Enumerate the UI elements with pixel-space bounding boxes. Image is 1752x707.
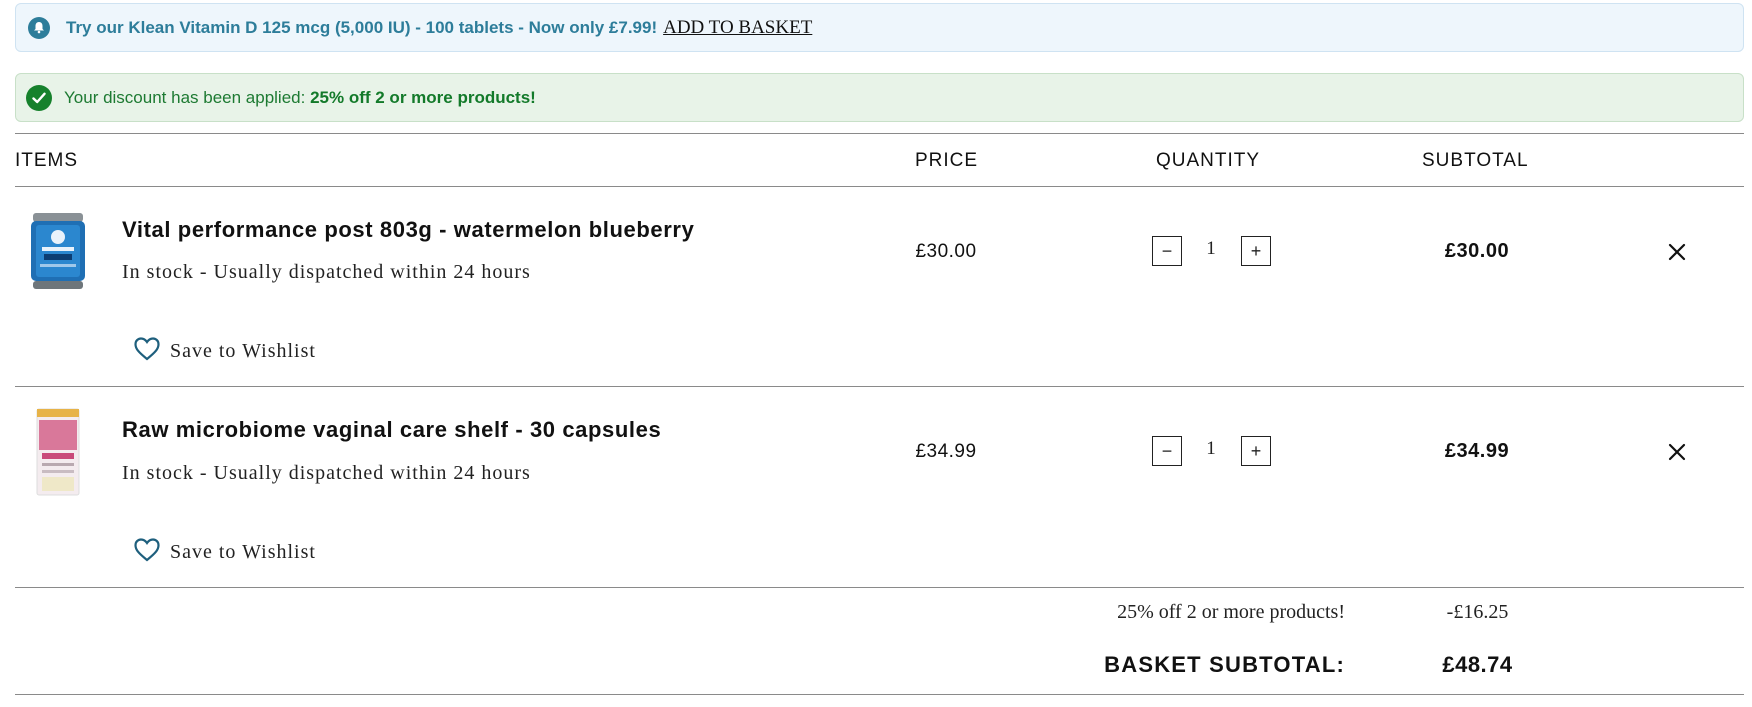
- save-to-wishlist-button[interactable]: Save to Wishlist: [134, 538, 316, 567]
- discount-highlight: 25% off 2 or more products!: [310, 87, 536, 107]
- discount-summary-label: 25% off 2 or more products!: [1117, 601, 1345, 623]
- product-image[interactable]: [30, 211, 86, 291]
- item-price: £30.00: [915, 241, 977, 262]
- quantity-value[interactable]: 1: [1196, 438, 1226, 460]
- increment-button[interactable]: +: [1241, 236, 1271, 266]
- divider: [15, 587, 1744, 588]
- save-to-wishlist-button[interactable]: Save to Wishlist: [134, 337, 316, 366]
- discount-prefix: Your discount has been applied:: [64, 87, 306, 107]
- header-quantity: QUANTITY: [1156, 150, 1261, 171]
- divider: [15, 694, 1744, 695]
- decrement-button[interactable]: −: [1152, 236, 1182, 266]
- promo-text: Try our Klean Vitamin D 125 mcg (5,000 I…: [66, 17, 658, 37]
- product-image[interactable]: [36, 408, 80, 496]
- divider: [15, 386, 1744, 387]
- stock-status: In stock - Usually dispatched within 24 …: [122, 462, 531, 484]
- divider: [15, 186, 1744, 187]
- discount-summary-amount: -£16.25: [1446, 601, 1509, 623]
- header-items: ITEMS: [15, 150, 79, 171]
- wishlist-label: Save to Wishlist: [170, 541, 316, 563]
- item-subtotal: £30.00: [1444, 240, 1510, 262]
- add-to-basket-link[interactable]: ADD TO BASKET: [663, 17, 812, 39]
- discount-text: Your discount has been applied: 25% off …: [64, 88, 536, 108]
- item-subtotal: £34.99: [1444, 440, 1510, 462]
- close-icon[interactable]: [1665, 240, 1689, 264]
- product-name[interactable]: Raw microbiome vaginal care shelf - 30 c…: [122, 417, 661, 443]
- bell-icon: [28, 16, 50, 39]
- header-price: PRICE: [915, 150, 979, 171]
- discount-banner: Your discount has been applied: 25% off …: [15, 73, 1744, 122]
- promo-banner: Try our Klean Vitamin D 125 mcg (5,000 I…: [15, 3, 1744, 52]
- decrement-button[interactable]: −: [1152, 436, 1182, 466]
- check-circle-icon: [26, 84, 52, 111]
- heart-icon: [134, 538, 160, 567]
- item-price: £34.99: [915, 441, 977, 462]
- heart-icon: [134, 337, 160, 366]
- divider: [15, 133, 1744, 134]
- basket-subtotal-amount: £48.74: [1442, 652, 1513, 677]
- basket-subtotal-label: BASKET SUBTOTAL:: [1104, 652, 1345, 677]
- header-subtotal: SUBTOTAL: [1422, 150, 1529, 171]
- close-icon[interactable]: [1665, 440, 1689, 464]
- stock-status: In stock - Usually dispatched within 24 …: [122, 261, 531, 283]
- quantity-value[interactable]: 1: [1196, 238, 1226, 260]
- wishlist-label: Save to Wishlist: [170, 340, 316, 362]
- product-name[interactable]: Vital performance post 803g - watermelon…: [122, 217, 694, 243]
- increment-button[interactable]: +: [1241, 436, 1271, 466]
